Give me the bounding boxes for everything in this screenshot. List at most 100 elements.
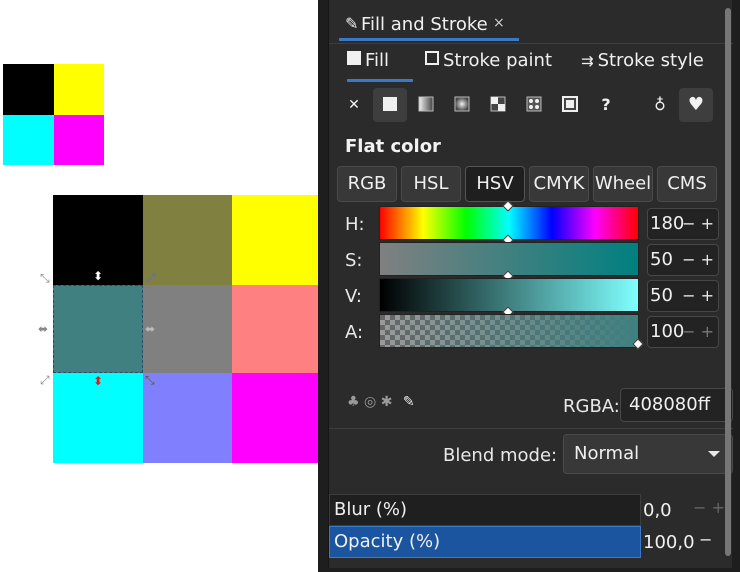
grid-magenta[interactable] bbox=[232, 373, 318, 463]
no-paint-button[interactable]: ✕ bbox=[337, 88, 371, 122]
blend-mode-select[interactable]: Normal bbox=[563, 434, 733, 474]
handle-top[interactable]: ⬍ bbox=[93, 270, 103, 282]
eyedropper-icon[interactable]: ✎ bbox=[403, 394, 415, 410]
value-value[interactable]: 50 − + bbox=[647, 280, 719, 312]
grid-periwinkle[interactable] bbox=[143, 373, 232, 463]
pattern-button[interactable] bbox=[481, 88, 515, 122]
swatch-button[interactable] bbox=[553, 88, 587, 122]
panel-scrollbar[interactable] bbox=[725, 8, 731, 556]
swatch-magenta[interactable] bbox=[54, 115, 104, 165]
swatch-cyan[interactable] bbox=[3, 115, 54, 165]
handle-right[interactable]: ⬌ bbox=[145, 323, 155, 335]
radial-gradient-icon bbox=[454, 96, 470, 112]
flat-color-label: Flat color bbox=[345, 136, 441, 157]
blur-stepper[interactable]: − + bbox=[693, 498, 725, 517]
radial-gradient-button[interactable] bbox=[445, 88, 479, 122]
evenodd-icon: ♁ bbox=[654, 95, 666, 114]
pattern-icon bbox=[490, 96, 506, 112]
opacity-label: Opacity (%) bbox=[334, 531, 441, 552]
blur-label: Blur (%) bbox=[334, 499, 408, 520]
swatch-icon bbox=[562, 96, 578, 112]
alpha-stepper[interactable]: − + bbox=[682, 317, 714, 347]
subtab-stroke-style-label: Stroke style bbox=[597, 50, 704, 71]
color-tools: ♣ ◎ ✱ ✎ bbox=[347, 394, 415, 410]
grid-teal-selected[interactable] bbox=[53, 285, 143, 373]
tab-title: Fill and Stroke bbox=[361, 14, 488, 35]
fill-rule-nonzero-button[interactable]: ♥ bbox=[679, 88, 713, 122]
handle-left[interactable]: ⬌ bbox=[38, 323, 48, 335]
flat-color-button[interactable] bbox=[373, 88, 407, 122]
alpha-value[interactable]: 100− + bbox=[647, 316, 719, 348]
mode-wheel[interactable]: Wheel bbox=[593, 166, 653, 202]
saturation-number: 50 bbox=[650, 249, 673, 270]
blur-value[interactable]: 0,0 bbox=[643, 500, 672, 521]
saturation-value[interactable]: 50 − + bbox=[647, 244, 719, 276]
mode-hsl[interactable]: HSL bbox=[401, 166, 461, 202]
subtab-stroke-style[interactable]: ⇉ Stroke style bbox=[581, 50, 704, 80]
rgba-label: RGBA: bbox=[563, 396, 620, 417]
tab-fill-and-stroke[interactable]: ✎ Fill and Stroke × bbox=[339, 8, 519, 42]
mesh-gradient-icon bbox=[526, 96, 542, 112]
opacity-bar[interactable]: Opacity (%) bbox=[329, 526, 641, 558]
close-icon[interactable]: × bbox=[493, 15, 505, 31]
alpha-label: A: bbox=[345, 322, 364, 343]
linear-gradient-button[interactable] bbox=[409, 88, 443, 122]
nonzero-icon: ♥ bbox=[687, 94, 705, 115]
pen-icon: ✎ bbox=[345, 14, 359, 33]
stroke-square-icon bbox=[425, 51, 439, 65]
question-icon: ? bbox=[601, 95, 611, 114]
hue-stepper[interactable]: − + bbox=[682, 209, 714, 239]
blur-bar[interactable]: Blur (%) bbox=[329, 494, 641, 526]
mode-cms[interactable]: CMS bbox=[657, 166, 717, 202]
stroke-style-icon: ⇉ bbox=[581, 52, 594, 70]
handle-bottom[interactable]: ⬍ bbox=[93, 375, 103, 387]
alpha-slider[interactable] bbox=[379, 314, 639, 348]
saturation-stepper[interactable]: − + bbox=[682, 245, 714, 275]
mesh-gradient-button[interactable] bbox=[517, 88, 551, 122]
grid-yellow[interactable] bbox=[232, 195, 318, 285]
fill-rule-evenodd-button[interactable]: ♁ bbox=[643, 88, 677, 122]
mode-rgb[interactable]: RGB bbox=[337, 166, 397, 202]
grid-gray[interactable] bbox=[143, 285, 232, 373]
caret-down-icon bbox=[708, 451, 720, 457]
value-number: 50 bbox=[650, 285, 673, 306]
handle-top-left[interactable]: ⤡ bbox=[40, 272, 50, 284]
subtab-stroke-paint[interactable]: Stroke paint bbox=[425, 50, 552, 80]
blend-mode-value: Normal bbox=[574, 443, 640, 464]
swatch-yellow[interactable] bbox=[54, 64, 104, 115]
mode-cmyk[interactable]: CMYK bbox=[529, 166, 589, 202]
saturation-label: S: bbox=[345, 250, 363, 271]
opacity-value[interactable]: 100,0 bbox=[643, 532, 695, 553]
swatch-black[interactable] bbox=[3, 64, 54, 115]
divider bbox=[329, 428, 733, 429]
grid-salmon[interactable] bbox=[232, 285, 318, 373]
handle-bottom-left[interactable]: ⤢ bbox=[40, 374, 50, 386]
x-icon: ✕ bbox=[348, 97, 360, 113]
subtab-underline bbox=[347, 79, 413, 82]
hue-label: H: bbox=[345, 214, 365, 235]
tab-underline bbox=[339, 38, 519, 41]
blend-mode-label: Blend mode: bbox=[443, 445, 558, 466]
out-of-gamut-icon[interactable]: ◎ bbox=[364, 394, 376, 410]
unset-paint-button[interactable]: ? bbox=[589, 88, 623, 122]
color-managed-icon[interactable]: ♣ bbox=[347, 394, 360, 410]
canvas-area[interactable]: ⤡ ⬍ ⤢ ⬌ ⬌ ⤢ ⬍ ⤡ bbox=[0, 0, 318, 572]
opacity-stepper[interactable]: − bbox=[699, 530, 712, 549]
handle-bottom-right[interactable]: ⤡ bbox=[145, 374, 155, 386]
subtab-fill[interactable]: Fill bbox=[347, 50, 389, 80]
divider bbox=[329, 43, 733, 44]
flat-color-icon bbox=[383, 97, 397, 111]
mode-hsv[interactable]: HSV bbox=[465, 166, 525, 202]
fill-stroke-dock: ✎ Fill and Stroke × Fill Stroke paint ⇉ S… bbox=[318, 0, 740, 572]
value-stepper[interactable]: − + bbox=[682, 281, 714, 311]
fill-stroke-panel: ✎ Fill and Stroke × Fill Stroke paint ⇉ S… bbox=[328, 0, 733, 568]
alpha-number: 100 bbox=[650, 321, 685, 342]
subtab-fill-label: Fill bbox=[365, 50, 390, 71]
value-label: V: bbox=[345, 286, 362, 307]
rgba-input[interactable]: 408080ff bbox=[620, 388, 733, 422]
hue-value[interactable]: 180− + bbox=[647, 208, 719, 240]
handle-top-right[interactable]: ⤢ bbox=[146, 272, 156, 284]
subtab-stroke-paint-label: Stroke paint bbox=[443, 50, 553, 71]
too-much-ink-icon[interactable]: ✱ bbox=[381, 394, 393, 410]
grid-olive[interactable] bbox=[143, 195, 232, 285]
